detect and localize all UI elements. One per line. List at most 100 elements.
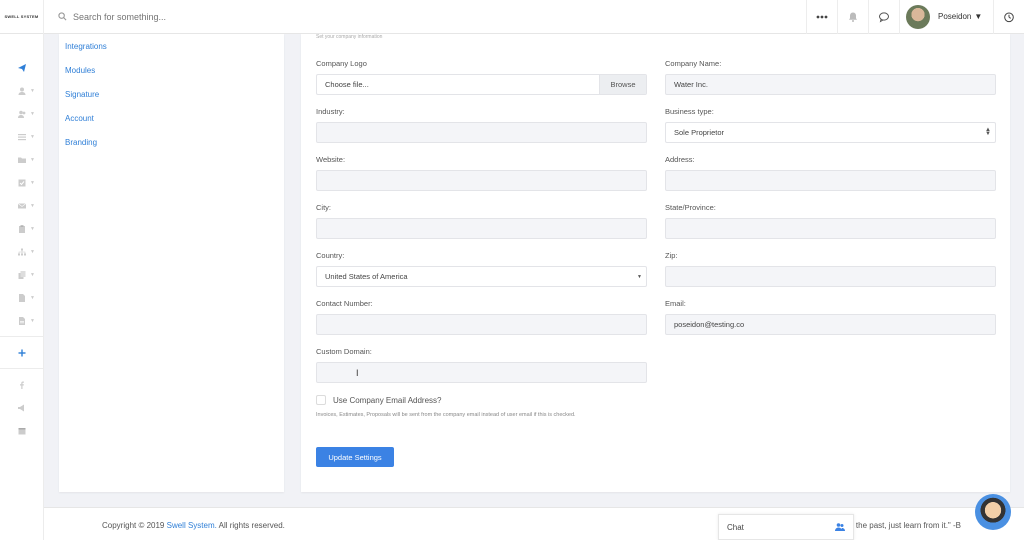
- sidebar-item-facebook[interactable]: [0, 373, 43, 396]
- sidebar-item-clipboard[interactable]: ▼: [0, 217, 43, 240]
- sidebar-item-sitemap[interactable]: ▼: [0, 240, 43, 263]
- caret-down-icon: ▼: [974, 12, 983, 21]
- update-settings-button[interactable]: Update Settings: [316, 447, 394, 467]
- sidebar-item-user[interactable]: ▼: [0, 79, 43, 102]
- industry-label: Industry:: [316, 107, 345, 116]
- custom-domain-input[interactable]: [316, 362, 647, 383]
- chevron-down-icon: ▼: [30, 317, 35, 324]
- chat-label: Chat: [727, 522, 744, 532]
- business-type-label: Business type:: [665, 107, 714, 116]
- avatar: [906, 4, 930, 29]
- custom-domain-label: Custom Domain:: [316, 347, 372, 356]
- facebook-icon: [19, 381, 24, 389]
- sidebar-item-users[interactable]: ▼: [0, 102, 43, 125]
- country-value: United States of America: [325, 272, 408, 281]
- paper-plane-icon: [17, 63, 26, 72]
- company-name-label: Company Name:: [665, 59, 722, 68]
- chat-widget[interactable]: Chat: [718, 514, 854, 540]
- city-label: City:: [316, 203, 331, 212]
- website-field: Website:: [316, 154, 647, 191]
- use-company-email-checkbox[interactable]: [316, 395, 326, 405]
- sidebar-item-list[interactable]: ▼: [0, 125, 43, 148]
- website-input[interactable]: [316, 170, 647, 191]
- state-field: State/Province:: [665, 202, 996, 239]
- company-name-input[interactable]: Water Inc.: [665, 74, 996, 95]
- chevron-down-icon: ▼: [30, 202, 35, 209]
- address-input[interactable]: [665, 170, 996, 191]
- subnav-item-integrations[interactable]: Integrations: [59, 35, 284, 59]
- subnav-item-branding[interactable]: Branding: [59, 131, 284, 155]
- select-arrows-icon: ▲ ▼: [985, 127, 991, 137]
- file-input-text: Choose file...: [325, 80, 369, 89]
- app-logo[interactable]: SWELL SYSTEM: [0, 0, 44, 34]
- subnav-item-signature[interactable]: Signature: [59, 83, 284, 107]
- zip-label: Zip:: [665, 251, 678, 260]
- business-type-select[interactable]: Sole Proprietor ▲ ▼: [665, 122, 996, 143]
- chevron-down-icon: ▼: [30, 179, 35, 186]
- company-settings-panel: Set your company information Company Log…: [301, 34, 1010, 492]
- use-company-email-row[interactable]: Use Company Email Address?: [316, 395, 442, 405]
- messages-button[interactable]: [868, 0, 899, 34]
- address-field: Address:: [665, 154, 996, 191]
- sidebar-item-copy[interactable]: ▼: [0, 263, 43, 286]
- contact-number-input[interactable]: [316, 314, 647, 335]
- sidebar-item-calendar[interactable]: [0, 419, 43, 442]
- brand-link[interactable]: Swell System.: [167, 521, 217, 530]
- chevron-down-icon: ▼: [30, 271, 35, 278]
- text-cursor-icon: I: [356, 368, 359, 378]
- sidebar-item-document[interactable]: ▼: [0, 309, 43, 332]
- email-field: Email: poseidon@testing.co: [665, 298, 996, 335]
- copyright-suffix: All rights reserved.: [218, 521, 285, 530]
- state-label: State/Province:: [665, 203, 716, 212]
- company-logo-field: Company Logo Choose file... Browse: [316, 58, 647, 95]
- website-label: Website:: [316, 155, 346, 164]
- company-logo-label: Company Logo: [316, 59, 367, 68]
- user-name: Poseidon: [938, 12, 972, 21]
- company-logo-file-input[interactable]: Choose file... Browse: [316, 74, 647, 95]
- check-square-icon: [18, 179, 25, 186]
- more-button[interactable]: [806, 0, 837, 34]
- megaphone-icon: [17, 404, 24, 411]
- folder-icon: [17, 157, 26, 163]
- city-input[interactable]: [316, 218, 647, 239]
- country-label: Country:: [316, 251, 345, 260]
- business-type-field: Business type: Sole Proprietor ▲ ▼: [665, 106, 996, 143]
- chevron-down-icon: ▼: [30, 87, 35, 94]
- email-input[interactable]: poseidon@testing.co: [665, 314, 996, 335]
- zip-input[interactable]: [665, 266, 996, 287]
- list-icon: [17, 133, 26, 140]
- chat-agent-avatar[interactable]: [975, 494, 1011, 530]
- search-input[interactable]: [73, 11, 373, 22]
- sidebar-item-add[interactable]: [0, 341, 43, 364]
- chat-bubble-icon: [879, 11, 889, 23]
- use-company-email-label: Use Company Email Address?: [333, 395, 442, 405]
- copyright: Copyright © 2019 Swell System. All right…: [102, 521, 285, 530]
- sidebar-item-send[interactable]: [0, 56, 43, 79]
- sidebar-item-tasks[interactable]: ▼: [0, 171, 43, 194]
- user-menu[interactable]: Poseidon ▼: [899, 0, 993, 34]
- sidebar-divider: [0, 368, 43, 369]
- chevron-down-icon: ▼: [30, 133, 35, 140]
- sidebar-item-mail[interactable]: ▼: [0, 194, 43, 217]
- sidebar-divider: [0, 336, 43, 337]
- timer-button[interactable]: [993, 0, 1024, 34]
- sidebar-item-folder[interactable]: ▼: [0, 148, 43, 171]
- country-field: Country: United States of America ▼: [316, 250, 647, 287]
- document-icon: [18, 316, 25, 325]
- notifications-button[interactable]: [837, 0, 868, 34]
- custom-domain-field: Custom Domain:: [316, 346, 647, 383]
- more-dots-icon: [816, 15, 828, 18]
- industry-input[interactable]: [316, 122, 647, 143]
- browse-button[interactable]: Browse: [599, 75, 646, 94]
- sidebar-item-file[interactable]: ▼: [0, 286, 43, 309]
- sidebar-item-announcements[interactable]: [0, 396, 43, 419]
- state-input[interactable]: [665, 218, 996, 239]
- company-name-field: Company Name: Water Inc.: [665, 58, 996, 95]
- subnav-item-account[interactable]: Account: [59, 107, 284, 131]
- zip-field: Zip:: [665, 250, 996, 287]
- subnav-item-modules[interactable]: Modules: [59, 59, 284, 83]
- chevron-down-icon: ▼: [30, 225, 35, 232]
- bell-icon: [849, 12, 857, 22]
- users-icon: [17, 110, 25, 118]
- country-select[interactable]: United States of America ▼: [316, 266, 647, 287]
